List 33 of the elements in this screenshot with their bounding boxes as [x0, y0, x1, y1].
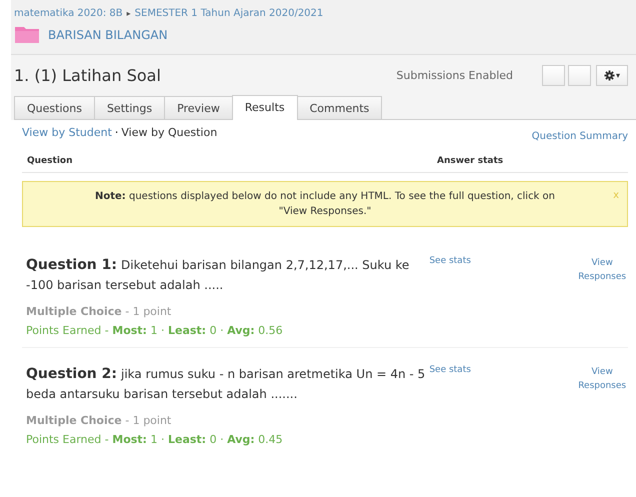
see-stats-link[interactable]: See stats: [429, 365, 471, 375]
tab[interactable]: Settings: [94, 96, 166, 119]
toolbar-button[interactable]: [568, 64, 591, 86]
breadcrumb-link[interactable]: SEMESTER 1 Tahun Ajaran 2020/2021: [134, 8, 324, 19]
tab[interactable]: Results: [232, 95, 298, 120]
view-responses-link[interactable]: View Responses: [576, 365, 628, 393]
tab[interactable]: Questions: [14, 96, 95, 119]
separator-dot: ·: [114, 126, 118, 139]
view-link[interactable]: View by Question: [121, 126, 218, 139]
question-text: Question 1: Diketehui barisan bilangan 2,7,12,17,... Suku ke -100 barisan tersebut adalah .....: [26, 256, 410, 294]
points-earned: Points Earned - Most: 1 · Least: 0 · Avg: 0.45: [26, 433, 284, 446]
assignment-title: 1. (1) Latihan Soal: [14, 66, 162, 84]
breadcrumb-link[interactable]: matematika 2020: 8B: [14, 8, 123, 19]
column-header: Question: [27, 156, 74, 166]
points-earned: Points Earned - Most: 1 · Least: 0 · Avg: 0.56: [26, 324, 284, 337]
note-message: Note: questions displayed below do not include any HTML. To see the full question, click on "View Responses.": [94, 190, 556, 219]
folder-link[interactable]: BARISAN BILANGAN: [48, 28, 168, 42]
tab[interactable]: Comments: [296, 96, 382, 119]
gear-icon: [604, 70, 615, 80]
separator-icon: ▸: [126, 9, 131, 18]
view-responses-link[interactable]: View Responses: [576, 256, 628, 284]
see-stats-link[interactable]: See stats: [429, 256, 471, 266]
submission-status: Submissions Enabled: [396, 68, 513, 82]
column-header: Answer stats: [437, 156, 504, 166]
folder-icon: [14, 25, 40, 44]
question-text: Question 2: jika rumus suku - n barisan aretmetika Un = 4n - 5 beda antarsuku barisan tersebut adalah .......: [26, 365, 426, 403]
view-link[interactable]: View by Student: [22, 126, 112, 139]
question-type: Multiple Choice - 1 point: [26, 305, 172, 318]
tab[interactable]: Preview: [164, 96, 233, 119]
toolbar-button[interactable]: [542, 64, 565, 86]
question-type: Multiple Choice - 1 point: [26, 414, 172, 427]
summary-link[interactable]: Question Summary: [532, 131, 628, 142]
settings-menu-button[interactable]: ▾: [596, 64, 628, 86]
